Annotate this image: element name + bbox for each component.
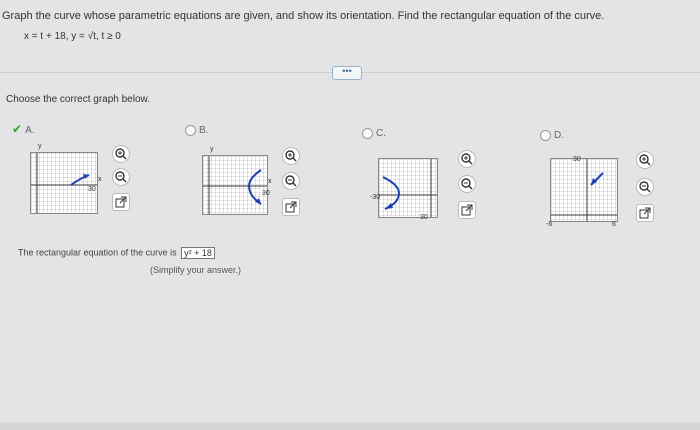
graph-a-y-label: y [38,143,42,150]
parametric-equations: x = t + 18, y = √t, t ≥ 0 [24,31,121,42]
graph-d-tick-top: 30 [573,156,581,163]
graph-c [378,158,438,218]
graph-c-grid [379,159,437,217]
external-link-icon[interactable] [458,201,476,219]
question-header: Graph the curve whose parametric equatio… [0,0,700,60]
graph-a [30,152,98,214]
graph-d [550,158,618,222]
option-c[interactable]: C. [362,128,386,139]
option-a[interactable]: ✔ A. [12,122,35,136]
graph-b-tick: 30 [262,190,270,197]
zoom-in-icon[interactable] [282,147,300,165]
graph-b [202,155,268,215]
question-text: Graph the curve whose parametric equatio… [2,10,605,22]
option-b[interactable]: B. [185,125,208,136]
zoom-out-icon[interactable] [458,175,476,193]
more-button[interactable]: ••• [332,66,362,80]
zoom-in-icon[interactable] [458,150,476,168]
graph-d-grid [551,159,617,221]
bottom-bar [0,422,700,430]
radio-b[interactable] [185,125,196,136]
option-c-label: C. [376,128,386,140]
graph-b-x-label: x [268,178,272,185]
graph-c-tick-bottom: 30 [420,214,428,221]
choose-prompt: Choose the correct graph below. [6,94,150,105]
zoom-out-icon[interactable] [112,168,130,186]
option-d[interactable]: D. [540,130,564,141]
answer-input[interactable]: y² + 18 [181,247,215,259]
graph-a-x-label: x [98,176,102,183]
graph-a-tick: 30 [88,186,96,193]
radio-d[interactable] [540,130,551,141]
zoom-out-icon[interactable] [282,172,300,190]
graph-a-grid [31,153,97,213]
external-link-icon[interactable] [636,204,654,222]
external-link-icon[interactable] [112,193,130,211]
answer-hint: (Simplify your answer.) [150,265,242,275]
graph-d-tick-left: -6 [546,221,553,228]
graph-d-tick-right: 6 [612,221,616,228]
radio-c[interactable] [362,128,373,139]
zoom-in-icon[interactable] [112,145,130,163]
graph-c-tick-left: -30 [370,194,381,201]
option-a-label: A. [25,125,35,136]
external-link-icon[interactable] [282,198,300,216]
graph-b-y-label: y [210,146,214,153]
option-b-label: B. [199,125,209,137]
zoom-out-icon[interactable] [636,178,654,196]
answer-prefix: The rectangular equation of the curve is [18,247,177,258]
answer-line: The rectangular equation of the curve is… [18,247,215,259]
zoom-in-icon[interactable] [636,151,654,169]
graph-b-grid [203,156,267,214]
option-d-label: D. [554,130,564,142]
checkmark-icon: ✔ [12,122,23,136]
